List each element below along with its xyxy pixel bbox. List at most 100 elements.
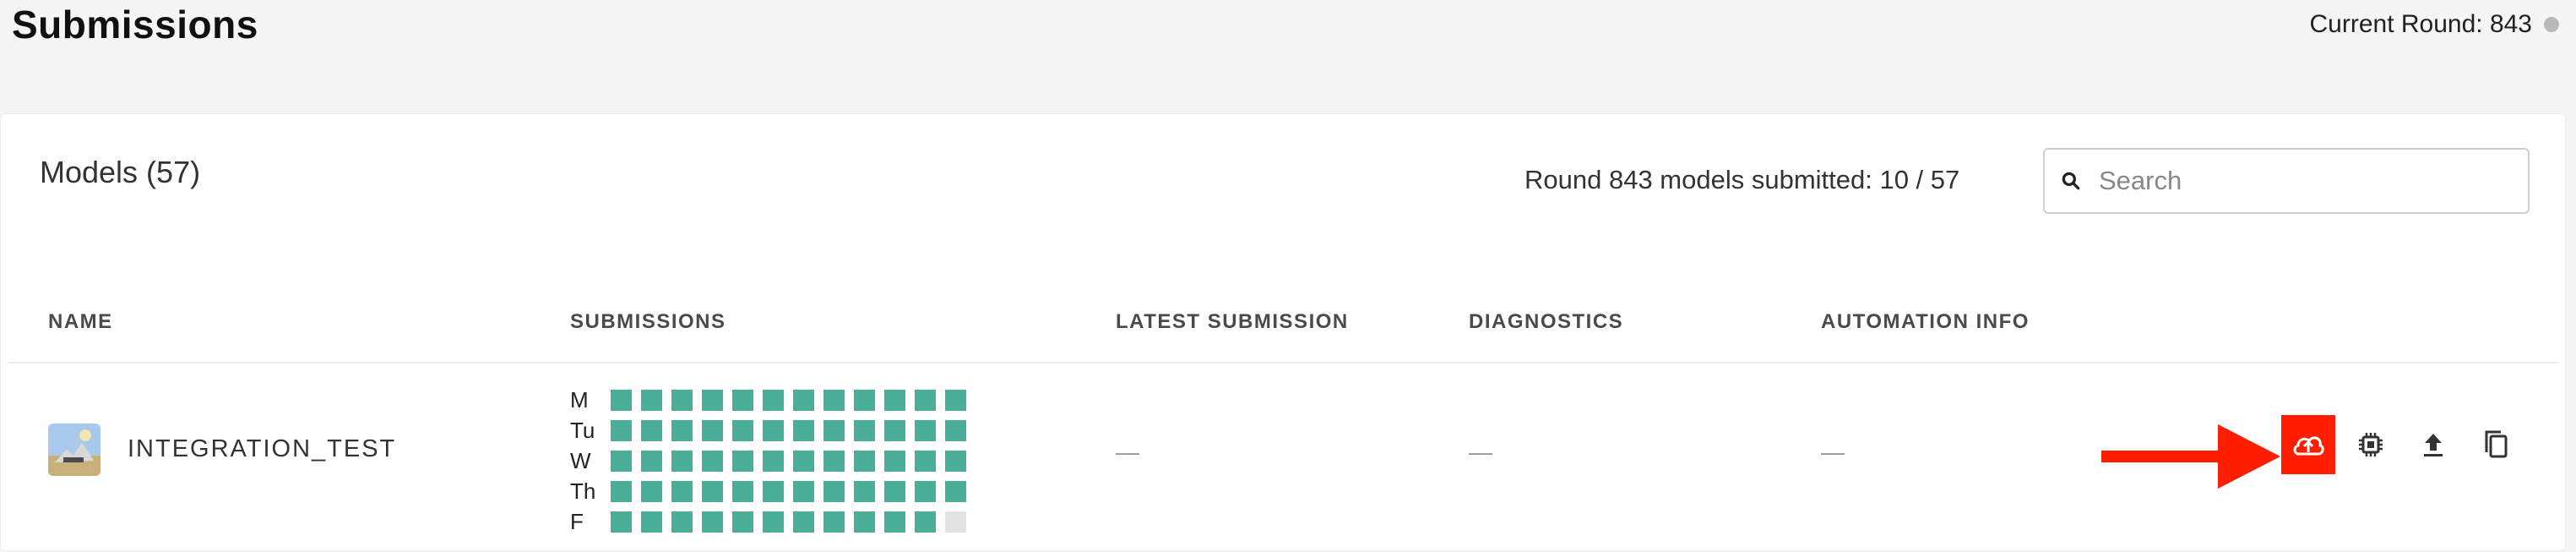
search-icon: [2062, 172, 2080, 190]
submission-cell[interactable]: [763, 480, 784, 502]
round-status-dot: [2544, 17, 2559, 32]
submission-cell[interactable]: [884, 480, 905, 502]
submission-cell[interactable]: [945, 450, 966, 472]
submission-cell[interactable]: [884, 389, 905, 411]
upload-button[interactable]: [2406, 415, 2460, 474]
column-header-name[interactable]: NAME: [48, 310, 113, 334]
submission-cell[interactable]: [702, 419, 723, 441]
submission-cell[interactable]: [854, 511, 875, 533]
submission-cell[interactable]: [611, 419, 632, 441]
day-label: Th: [570, 478, 596, 504]
submission-cell[interactable]: [945, 419, 966, 441]
automation-info-value: —: [1821, 439, 1845, 465]
day-label: Tu: [570, 417, 595, 443]
submission-cell[interactable]: [854, 419, 875, 441]
submission-cell[interactable]: [823, 389, 845, 411]
submission-cell[interactable]: [763, 419, 784, 441]
submission-cell[interactable]: [793, 480, 814, 502]
submission-cell[interactable]: [732, 389, 753, 411]
submission-cell[interactable]: [671, 450, 693, 472]
column-header-automation-info[interactable]: AUTOMATION INFO: [1821, 310, 2030, 334]
submissions-heatmap: M Tu W Th F: [570, 385, 976, 537]
submission-cell[interactable]: [763, 450, 784, 472]
compute-button[interactable]: [2344, 415, 2398, 474]
submission-cell[interactable]: [702, 450, 723, 472]
submission-cell[interactable]: [702, 511, 723, 533]
submission-cell[interactable]: [823, 450, 845, 472]
submission-cell[interactable]: [915, 450, 936, 472]
column-header-submissions[interactable]: SUBMISSIONS: [570, 310, 726, 334]
heatmap-day-row: Tu: [570, 415, 976, 445]
submission-cell[interactable]: [671, 480, 693, 502]
annotation-arrow: [2101, 424, 2280, 489]
submission-cell[interactable]: [671, 419, 693, 441]
submission-cell[interactable]: [641, 450, 662, 472]
submission-cell[interactable]: [763, 511, 784, 533]
submission-cell[interactable]: [915, 389, 936, 411]
search-input[interactable]: [2097, 165, 2523, 197]
search-box[interactable]: [2043, 148, 2530, 214]
submission-cell[interactable]: [854, 389, 875, 411]
copy-button[interactable]: [2469, 415, 2523, 474]
submission-cell[interactable]: [823, 480, 845, 502]
submission-cell[interactable]: [641, 419, 662, 441]
submission-cell[interactable]: [945, 389, 966, 411]
header-divider: [8, 362, 2558, 363]
cloud-upload-icon: [2293, 436, 2324, 456]
heatmap-day-row: Th: [570, 476, 976, 506]
latest-submission-value: —: [1116, 439, 1139, 465]
submission-cell[interactable]: [854, 450, 875, 472]
submission-cell[interactable]: [641, 511, 662, 533]
submission-cell[interactable]: [884, 450, 905, 472]
submission-cell[interactable]: [793, 511, 814, 533]
chip-icon: [2359, 433, 2383, 456]
day-label: F: [570, 508, 584, 534]
upload-predictions-button[interactable]: [2281, 415, 2335, 474]
day-label: W: [570, 447, 591, 473]
submission-cell[interactable]: [793, 450, 814, 472]
heatmap-day-row: F: [570, 506, 976, 537]
submission-cell[interactable]: [611, 389, 632, 411]
submission-cell[interactable]: [884, 419, 905, 441]
submission-cell[interactable]: [611, 480, 632, 502]
model-name[interactable]: INTEGRATION_TEST: [128, 435, 396, 463]
submission-cell[interactable]: [732, 480, 753, 502]
diagnostics-value: —: [1469, 439, 1492, 465]
submission-cell[interactable]: [732, 511, 753, 533]
submission-cell[interactable]: [793, 419, 814, 441]
submission-cell[interactable]: [945, 511, 966, 533]
submission-cell[interactable]: [611, 511, 632, 533]
submission-cell[interactable]: [915, 419, 936, 441]
models-title: Models (57): [40, 155, 201, 189]
submission-cell[interactable]: [823, 419, 845, 441]
submission-cell[interactable]: [793, 389, 814, 411]
submission-cell[interactable]: [671, 511, 693, 533]
submission-cell[interactable]: [854, 480, 875, 502]
submission-cell[interactable]: [823, 511, 845, 533]
submission-cell[interactable]: [915, 511, 936, 533]
page-title: Submissions: [12, 3, 258, 46]
submission-cell[interactable]: [641, 480, 662, 502]
submission-cell[interactable]: [884, 511, 905, 533]
submission-cell[interactable]: [671, 389, 693, 411]
submission-cell[interactable]: [702, 480, 723, 502]
heatmap-day-row: W: [570, 445, 976, 476]
column-header-diagnostics[interactable]: DIAGNOSTICS: [1469, 310, 1623, 334]
column-header-latest-submission[interactable]: LATEST SUBMISSION: [1116, 310, 1349, 334]
submission-cell[interactable]: [702, 389, 723, 411]
submission-cell[interactable]: [763, 389, 784, 411]
day-label: M: [570, 386, 589, 413]
submission-cell[interactable]: [945, 480, 966, 502]
upload-icon: [2424, 434, 2443, 456]
heatmap-day-row: M: [570, 385, 976, 415]
submission-cell[interactable]: [732, 419, 753, 441]
submission-cell[interactable]: [732, 450, 753, 472]
submission-cell[interactable]: [915, 480, 936, 502]
submission-cell[interactable]: [641, 389, 662, 411]
submitted-status: Round 843 models submitted: 10 / 57: [1524, 165, 1960, 194]
copy-icon: [2485, 430, 2508, 458]
submission-cell[interactable]: [611, 450, 632, 472]
current-round-label: Current Round: 843: [2309, 10, 2533, 38]
current-round-indicator: Current Round: 843: [2309, 10, 2559, 39]
avatar: [48, 424, 101, 476]
